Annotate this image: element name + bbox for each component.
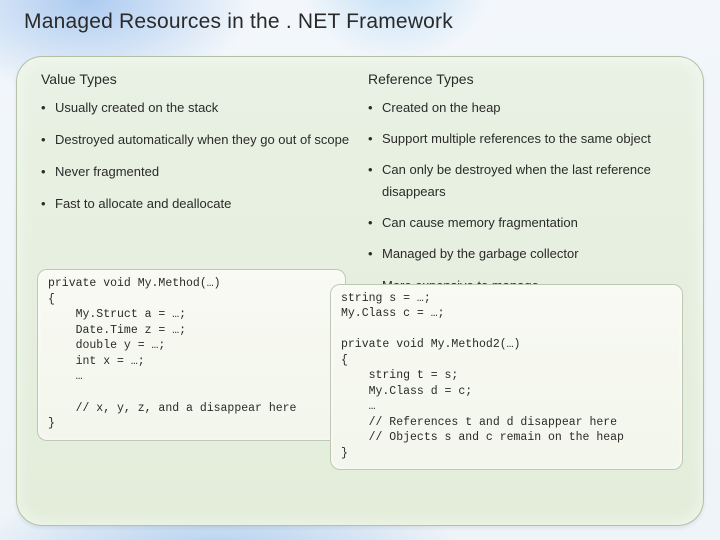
slide: Managed Resources in the . NET Framework… [0,0,720,540]
reference-types-bullets: Created on the heap Support multiple ref… [368,97,683,306]
bullet-item: Never fragmented [41,161,356,183]
value-types-column: Value Types Usually created on the stack… [37,71,356,513]
content-panel: Value Types Usually created on the stack… [16,56,704,526]
bullet-item: Support multiple references to the same … [368,128,683,150]
reference-types-heading: Reference Types [368,71,683,87]
value-types-heading: Value Types [41,71,356,87]
reference-types-column: Reference Types Created on the heap Supp… [364,71,683,513]
bullet-item: Managed by the garbage collector [368,243,683,265]
bullet-item: Created on the heap [368,97,683,119]
bullet-item: Can cause memory fragmentation [368,212,683,234]
reference-types-code: string s = …; My.Class c = …; private vo… [330,284,683,471]
bullet-item: Fast to allocate and deallocate [41,193,356,215]
bullet-item: Destroyed automatically when they go out… [41,129,356,151]
slide-title: Managed Resources in the . NET Framework [24,10,696,34]
bullet-item: Usually created on the stack [41,97,356,119]
value-types-bullets: Usually created on the stack Destroyed a… [41,97,356,225]
bullet-item: Can only be destroyed when the last refe… [368,159,683,203]
value-types-code: private void My.Method(…) { My.Struct a … [37,269,346,440]
